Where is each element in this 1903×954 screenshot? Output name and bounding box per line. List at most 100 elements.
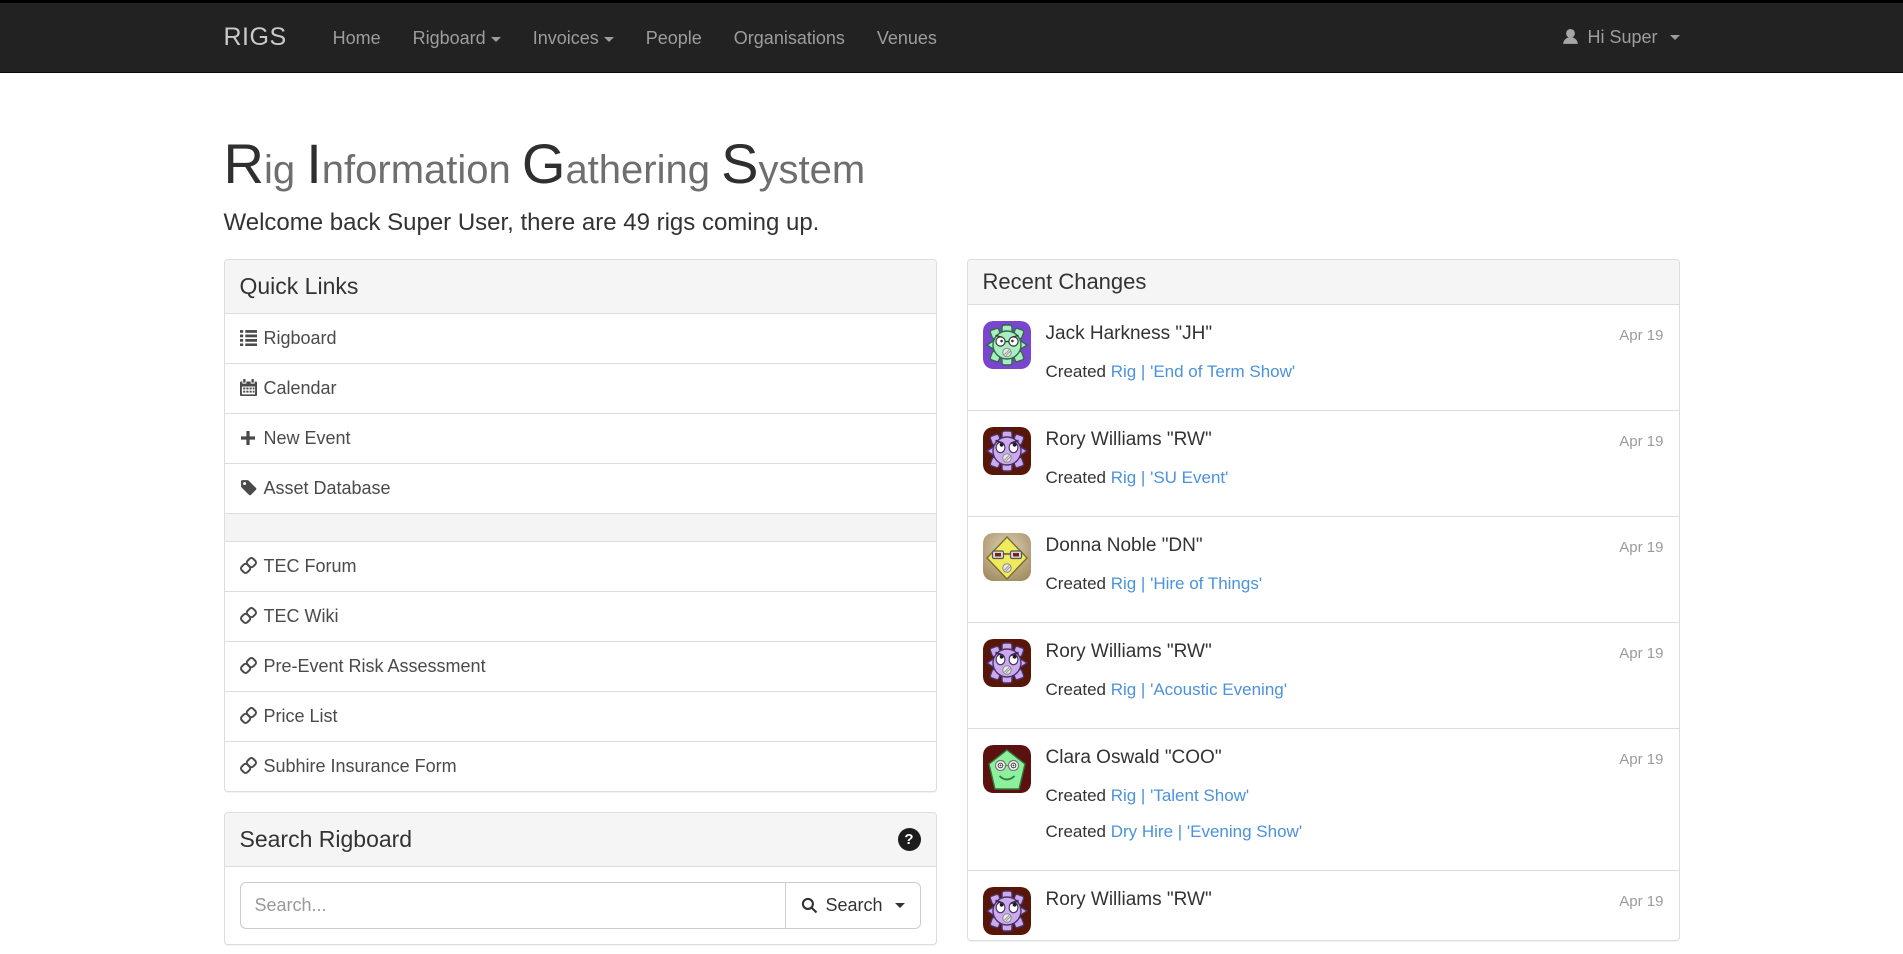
link-icon: [240, 706, 264, 727]
quick-link-new-event[interactable]: New Event: [225, 413, 936, 463]
change-date: Apr 19: [1619, 893, 1663, 910]
quick-link-label: Pre-Event Risk Assessment: [264, 656, 486, 676]
title-rest: ig: [264, 148, 306, 192]
change-action: Created Rig | 'Hire of Things': [1046, 573, 1664, 595]
recent-change-item: Apr 19Jack Harkness "JH"Created Rig | 'E…: [968, 305, 1679, 410]
brand-logo[interactable]: RIGS: [224, 23, 287, 52]
quick-link-label: Calendar: [264, 378, 337, 398]
action-verb: Created: [1046, 822, 1111, 841]
quick-link-subhire-insurance-form[interactable]: Subhire Insurance Form: [225, 741, 936, 791]
quick-link-label: New Event: [264, 428, 351, 448]
page-title: Rig Information Gathering System: [224, 133, 1680, 195]
nav-item-wrap: Invoices: [517, 3, 630, 72]
title-rest: ystem: [758, 148, 865, 192]
caret-down-icon: [604, 37, 614, 42]
entry-content: Rory Williams "RW" Created Rig | 'SU Even…: [1046, 427, 1664, 489]
link-icon: [240, 606, 264, 627]
nav-items: HomeRigboardInvoicesPeopleOrganisationsV…: [317, 3, 953, 72]
list-icon: [240, 328, 264, 349]
quick-link-asset-database[interactable]: Asset Database: [225, 463, 936, 513]
entry-content: Rory Williams "RW" Created Rig | 'Acousti…: [1046, 639, 1664, 701]
nav-item-venues[interactable]: Venues: [861, 3, 953, 72]
welcome-message: Welcome back Super User, there are 49 ri…: [224, 209, 1680, 237]
change-date: Apr 19: [1619, 539, 1663, 556]
quick-link-tec-forum[interactable]: TEC Forum: [225, 541, 936, 591]
person-name: Rory Williams "RW": [1046, 427, 1664, 453]
monster-avatar-icon: [983, 639, 1031, 687]
entry-content: Donna Noble "DN" Created Rig | 'Hire of T…: [1046, 533, 1664, 595]
person-name: Jack Harkness "JH": [1046, 321, 1664, 347]
recent-changes-panel: Recent Changes Apr 19 Jack Harkness "JH" C…: [967, 259, 1680, 941]
entry-content: Clara Oswald "COO"Created Rig | 'Talent …: [1046, 745, 1664, 843]
recent-change-item: Apr 19Clara Oswald "COO"Created Rig | 'T…: [968, 728, 1679, 870]
quick-link-rigboard[interactable]: Rigboard: [225, 314, 936, 363]
monster-avatar-icon: [983, 427, 1031, 475]
quick-link-price-list[interactable]: Price List: [225, 691, 936, 741]
title-initial: G: [522, 132, 566, 195]
change-link[interactable]: Rig | 'Acoustic Evening': [1111, 680, 1287, 699]
nav-item-organisations[interactable]: Organisations: [718, 3, 861, 72]
change-action: Created Rig | 'End of Term Show': [1046, 361, 1664, 383]
change-link[interactable]: Rig | 'Hire of Things': [1111, 574, 1262, 593]
recent-change-item: Apr 19Rory Williams "RW" Created Rig | 'S…: [968, 410, 1679, 516]
change-link[interactable]: Rig | 'SU Event': [1111, 468, 1229, 487]
left-column: Quick Links Rigboard Calendar New Event Ass…: [209, 259, 952, 945]
quick-link-label: Asset Database: [264, 478, 391, 498]
change-action: Created Rig | 'Talent Show': [1046, 785, 1664, 807]
title-initial: R: [224, 132, 264, 195]
entry-content: Jack Harkness "JH" Created Rig | 'End of …: [1046, 321, 1664, 383]
quick-links-title: Quick Links: [240, 273, 359, 300]
change-date: Apr 19: [1619, 645, 1663, 662]
navbar: RIGS HomeRigboardInvoicesPeopleOrganisat…: [0, 3, 1903, 73]
quick-link-label: TEC Wiki: [264, 606, 339, 626]
change-action: Created Rig | 'Acoustic Evening': [1046, 679, 1664, 701]
link-icon: [240, 656, 264, 677]
search-rigboard-body: Search: [225, 867, 936, 944]
search-rigboard-panel: Search Rigboard ? Search: [224, 812, 937, 945]
change-link[interactable]: Dry Hire | 'Evening Show': [1111, 822, 1302, 841]
action-verb: Created: [1046, 786, 1111, 805]
user-menu[interactable]: Hi Super: [1561, 27, 1679, 48]
search-button[interactable]: Search: [785, 882, 920, 929]
change-action: Created Dry Hire | 'Evening Show': [1046, 821, 1664, 843]
nav-item-rigboard[interactable]: Rigboard: [397, 3, 517, 72]
caret-down-icon: [491, 37, 501, 42]
nav-item-home[interactable]: Home: [317, 3, 397, 72]
quick-link-pre-event-risk-assessment[interactable]: Pre-Event Risk Assessment: [225, 641, 936, 691]
change-link[interactable]: Rig | 'Talent Show': [1111, 786, 1249, 805]
change-date: Apr 19: [1619, 433, 1663, 450]
nav-item-invoices[interactable]: Invoices: [517, 3, 630, 72]
quick-link-calendar[interactable]: Calendar: [225, 363, 936, 413]
plus-icon: [240, 428, 264, 449]
tag-icon: [240, 478, 264, 499]
nav-item-wrap: Venues: [861, 3, 953, 72]
caret-down-icon: [1670, 35, 1680, 40]
recent-changes-list: Apr 19 Jack Harkness "JH" Created Rig | 'E…: [968, 305, 1679, 940]
search-icon: [801, 897, 818, 914]
right-column: Recent Changes Apr 19 Jack Harkness "JH" C…: [952, 259, 1695, 941]
question-circle-icon[interactable]: ?: [898, 828, 921, 851]
person-name: Rory Williams "RW": [1046, 639, 1664, 665]
recent-change-item: Apr 19Rory Williams "RW" Created Rig | 'A…: [968, 622, 1679, 728]
quick-link-tec-wiki[interactable]: TEC Wiki: [225, 591, 936, 641]
caret-down-icon: [895, 903, 905, 908]
search-rigboard-heading: Search Rigboard ?: [225, 813, 936, 867]
search-button-label: Search: [825, 895, 882, 916]
nav-item-wrap: Home: [317, 3, 397, 72]
person-name: Rory Williams "RW": [1046, 887, 1664, 913]
monster-avatar-icon: [983, 321, 1031, 369]
change-link[interactable]: Rig | 'End of Term Show': [1111, 362, 1295, 381]
monster-avatar-icon: [983, 745, 1031, 793]
search-input[interactable]: [240, 882, 786, 929]
nav-item-people[interactable]: People: [630, 3, 718, 72]
title-initial: S: [721, 132, 758, 195]
title-rest: athering: [565, 148, 721, 192]
quick-links-list: Rigboard Calendar New Event Asset Database T…: [225, 314, 936, 791]
nav-item-wrap: Rigboard: [397, 3, 517, 72]
action-verb: Created: [1046, 574, 1111, 593]
recent-changes-title: Recent Changes: [983, 269, 1147, 295]
change-action: Created Rig | 'SU Event': [1046, 467, 1664, 489]
user-icon: [1561, 28, 1580, 47]
person-name: Donna Noble "DN": [1046, 533, 1664, 559]
user-menu-label: Hi Super: [1587, 27, 1657, 48]
